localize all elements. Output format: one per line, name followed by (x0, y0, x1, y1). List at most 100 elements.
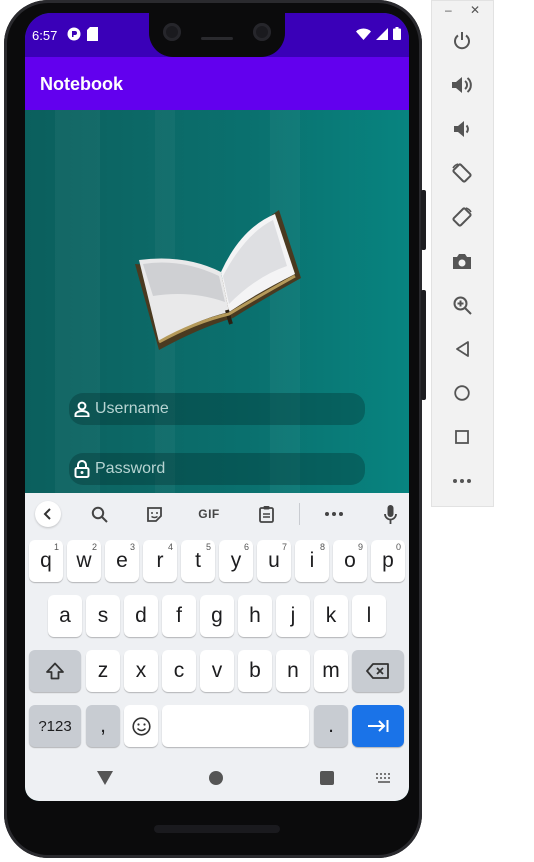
voice-input-button[interactable] (380, 501, 400, 527)
back-nav-button[interactable] (97, 771, 113, 785)
camera-icon (453, 253, 471, 269)
emoji-icon (131, 716, 151, 736)
search-button[interactable] (89, 501, 109, 527)
sticker-icon (146, 506, 162, 522)
key-hint: 5 (205, 542, 211, 552)
signal-icon (376, 27, 388, 40)
camera-notch (149, 13, 285, 57)
rotate-right-button[interactable] (447, 202, 477, 232)
key-n[interactable]: n (276, 650, 310, 692)
sticker-button[interactable] (144, 501, 164, 527)
key-f[interactable]: f (162, 595, 196, 637)
key-u[interactable]: u7 (257, 540, 291, 582)
keyboard-toolbar: GIF (25, 493, 409, 535)
key-j[interactable]: j (276, 595, 310, 637)
search-icon (91, 506, 108, 523)
overview-button[interactable] (447, 422, 477, 452)
battery-icon (393, 27, 401, 40)
rotate-left-button[interactable] (447, 158, 477, 188)
sd-card-icon (87, 27, 98, 41)
key-h[interactable]: h (238, 595, 272, 637)
key-t[interactable]: t5 (181, 540, 215, 582)
status-system-icons (356, 27, 401, 40)
key-hint: 7 (281, 542, 287, 552)
key-l[interactable]: l (352, 595, 386, 637)
app-bar: Notebook (25, 57, 409, 110)
phone-screen: 6:57 Notebook Username GIF q 1 w 2 e 3 r… (25, 13, 409, 801)
front-camera-left (163, 23, 181, 41)
key-o[interactable]: o9 (333, 540, 367, 582)
power-icon (454, 32, 470, 50)
username-input[interactable] (95, 400, 345, 418)
key-g[interactable]: g (200, 595, 234, 637)
close-button[interactable]: ✕ (470, 3, 480, 17)
zoom-button[interactable] (447, 290, 477, 320)
period-key[interactable]: . (314, 705, 348, 747)
key-q[interactable]: q1 (29, 540, 63, 582)
key-hint: 8 (319, 542, 325, 552)
phone-bottom-speaker (154, 825, 280, 833)
gif-button[interactable]: GIF (194, 501, 224, 527)
backspace-key[interactable] (352, 650, 404, 692)
extended-controls-button[interactable] (447, 466, 477, 496)
status-time: 6:57 (32, 28, 58, 43)
key-r[interactable]: r4 (143, 540, 177, 582)
minimize-button[interactable]: – (445, 3, 452, 17)
emulator-window: 6:57 Notebook Username GIF q 1 w 2 e 3 r… (0, 0, 534, 862)
back-button[interactable] (447, 334, 477, 364)
person-icon (69, 401, 95, 417)
key-m[interactable]: m (314, 650, 348, 692)
key-w[interactable]: w2 (67, 540, 101, 582)
volume-down-button[interactable] (447, 114, 477, 144)
home-nav-button[interactable] (209, 771, 223, 785)
screenshot-button[interactable] (447, 246, 477, 276)
comma-key[interactable]: , (86, 705, 120, 747)
password-input[interactable] (95, 460, 345, 478)
shift-key[interactable] (29, 650, 81, 692)
key-x[interactable]: x (124, 650, 158, 692)
clipboard-button[interactable] (256, 501, 276, 527)
recents-nav-button[interactable] (320, 771, 334, 785)
app-notification-icon (67, 27, 81, 41)
key-e[interactable]: e3 (105, 540, 139, 582)
key-z[interactable]: z (86, 650, 120, 692)
power-button[interactable] (447, 26, 477, 56)
symbols-key[interactable]: ?123 (29, 705, 81, 747)
key-s[interactable]: s (86, 595, 120, 637)
volume-up-button[interactable] (447, 70, 477, 100)
key-hint: 1 (53, 542, 59, 552)
key-c[interactable]: c (162, 650, 196, 692)
more-button[interactable] (323, 501, 345, 527)
key-label: t (195, 549, 201, 572)
key-y[interactable]: y6 (219, 540, 253, 582)
home-circle-icon (454, 385, 470, 401)
key-d[interactable]: d (124, 595, 158, 637)
key-a[interactable]: a (48, 595, 82, 637)
key-v[interactable]: v (200, 650, 234, 692)
next-field-key[interactable] (352, 705, 404, 747)
backspace-icon (366, 663, 389, 679)
rotate-left-icon (452, 163, 472, 183)
password-field[interactable] (69, 453, 365, 485)
phone-power-button (421, 190, 426, 250)
emulator-control-panel: – ✕ (431, 0, 494, 507)
status-notification-icons (67, 27, 98, 41)
key-k[interactable]: k (314, 595, 348, 637)
key-p[interactable]: p0 (371, 540, 405, 582)
key-label: o (344, 549, 356, 572)
collapse-toolbar-button[interactable] (35, 501, 61, 527)
username-field[interactable] (69, 393, 365, 425)
volume-down-icon (454, 121, 469, 137)
keyboard-switch-icon[interactable] (376, 773, 392, 783)
system-navigation-bar (25, 757, 409, 801)
phone-frame: 6:57 Notebook Username GIF q 1 w 2 e 3 r… (4, 0, 426, 858)
home-button[interactable] (447, 378, 477, 408)
key-i[interactable]: i8 (295, 540, 329, 582)
key-hint: 3 (129, 542, 135, 552)
emoji-key[interactable] (124, 705, 158, 747)
key-label: p (382, 549, 394, 572)
space-key[interactable] (162, 705, 309, 747)
key-b[interactable]: b (238, 650, 272, 692)
rotate-right-icon (452, 207, 472, 227)
wifi-icon (356, 28, 371, 40)
